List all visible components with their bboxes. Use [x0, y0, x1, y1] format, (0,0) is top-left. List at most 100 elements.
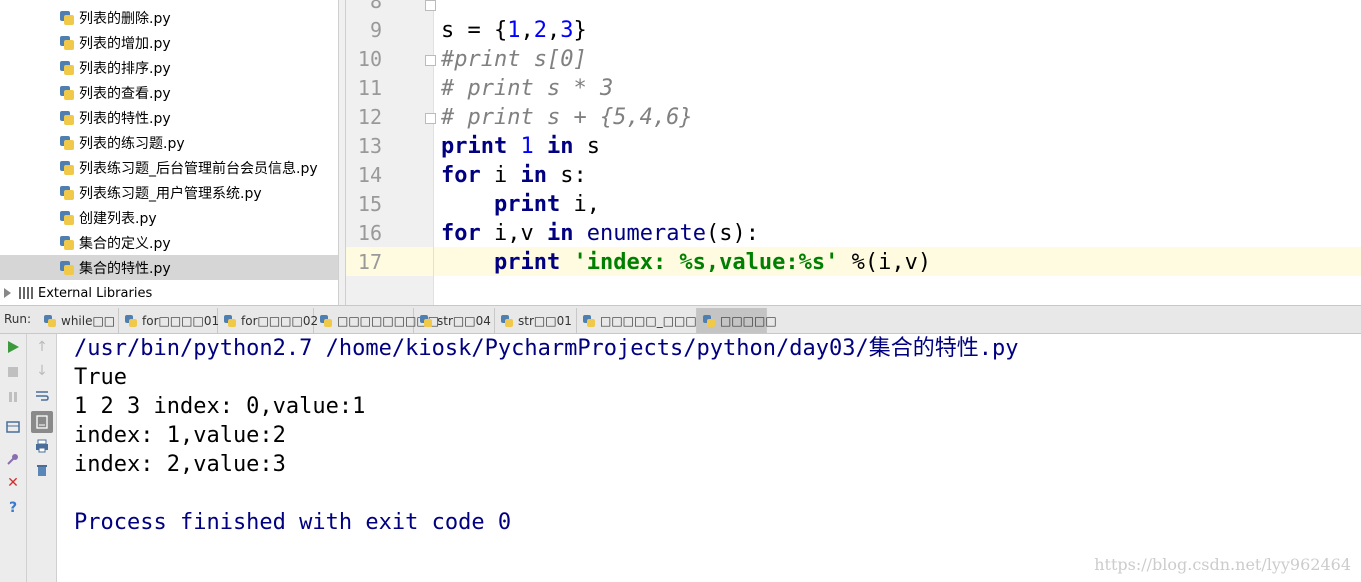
file-label: 集合的特性.py [79, 260, 171, 277]
code-line-12: # print s + {5,4,6} [441, 105, 693, 130]
run-tab[interactable]: □□□□□□□□□ [314, 308, 439, 333]
panel-splitter[interactable] [338, 0, 346, 305]
run-tab-label: □□□□□ [720, 313, 777, 328]
line-number: 8 [369, 0, 382, 13]
process-finished-message: Process finished with exit code 0 [74, 510, 512, 535]
run-tab-label: for□□□□02 [241, 313, 319, 328]
line-number: 13 [357, 134, 382, 158]
help-icon[interactable]: ? [5, 500, 21, 516]
code-line-15: print i, [441, 190, 600, 219]
fold-marker-icon[interactable] [425, 113, 436, 124]
code-line-10: #print s[0] [441, 47, 587, 72]
run-tab[interactable]: for□□□□02 [218, 308, 318, 333]
run-tab[interactable]: while□□ [38, 308, 119, 333]
line-number: 11 [357, 76, 382, 100]
trash-icon[interactable] [34, 462, 50, 478]
code-token: print [493, 250, 561, 275]
tree-file-item[interactable]: 列表的排序.py [60, 55, 171, 80]
code-line-17: print 'index: %s,value:%s' %(i,v) [441, 248, 931, 277]
fold-marker-icon[interactable] [425, 55, 436, 66]
tree-file-item[interactable]: 列表的查看.py [60, 80, 171, 105]
run-label: Run: [4, 312, 32, 326]
restore-layout-icon[interactable] [5, 419, 21, 435]
fold-marker-icon[interactable] [425, 0, 436, 11]
python-file-icon [60, 35, 74, 50]
console-output-line: 1 2 3 index: 0,value:1 [74, 394, 366, 419]
run-tab[interactable]: str□□01 [495, 308, 577, 333]
run-tab-label: str□□01 [518, 313, 572, 328]
python-file-icon [60, 260, 74, 275]
rerun-icon[interactable] [5, 339, 21, 355]
tree-file-item[interactable]: 列表的增加.py [60, 30, 171, 55]
scroll-to-end-icon[interactable] [31, 411, 53, 433]
pin-tab-icon[interactable] [5, 451, 21, 467]
code-token: in [520, 163, 548, 188]
line-number: 17 [357, 250, 382, 274]
run-tab-label: for□□□□01 [142, 313, 220, 328]
python-run-icon [501, 314, 513, 327]
run-tab[interactable]: □□□□□_□□□□□□ [577, 308, 731, 333]
line-number: 14 [357, 163, 382, 187]
code-token: 3 [560, 18, 574, 43]
run-tab[interactable]: for□□□□01 [119, 308, 220, 333]
stop-icon[interactable] [5, 364, 21, 380]
line-number: 15 [357, 192, 382, 216]
tree-file-item[interactable]: 列表的练习题.py [60, 130, 185, 155]
code-line-13: print 1 in s [441, 132, 600, 161]
down-arrow-icon[interactable]: ↓ [34, 363, 50, 379]
code-token: i, [573, 192, 600, 217]
python-run-icon [44, 314, 56, 327]
tree-file-item[interactable]: 列表练习题_用户管理系统.py [60, 180, 262, 205]
code-token: for [441, 163, 481, 188]
line-number: 12 [357, 105, 382, 129]
code-token: enumerate [586, 221, 706, 246]
console-output-line: index: 2,value:3 [74, 452, 286, 477]
code-token: } [573, 18, 587, 43]
python-file-icon [60, 235, 74, 250]
library-icon [19, 287, 33, 299]
python-file-icon [60, 60, 74, 75]
code-token: 'index: %s,value:%s' [573, 250, 839, 275]
console-output-line: index: 1,value:2 [74, 423, 286, 448]
file-label: 列表的增加.py [79, 35, 171, 52]
code-token: 1 [507, 18, 521, 43]
tree-file-item[interactable]: 创建列表.py [60, 205, 157, 230]
pause-icon[interactable] [5, 389, 21, 405]
python-file-icon [60, 85, 74, 100]
python-file-icon [60, 160, 74, 175]
up-arrow-icon[interactable]: ↑ [34, 339, 50, 355]
print-icon[interactable] [34, 438, 50, 454]
python-file-icon [60, 10, 74, 25]
close-icon[interactable]: ✕ [5, 475, 21, 491]
tree-file-item[interactable]: 列表练习题_后台管理前台会员信息.py [60, 155, 318, 180]
run-tab-label: str□□04 [437, 313, 491, 328]
code-token: i,v [494, 221, 534, 246]
file-label: 列表的删除.py [79, 10, 171, 27]
run-tab-active[interactable]: □□□□□ [697, 308, 777, 333]
code-token: for [441, 221, 481, 246]
code-token: s [586, 134, 600, 159]
console-output-line: True [74, 365, 127, 390]
tree-file-item[interactable]: 列表的删除.py [60, 5, 171, 30]
run-tab[interactable]: str□□04 [414, 308, 495, 333]
code-line-16: for i,v in enumerate(s): [441, 219, 759, 248]
code-line-11: # print s * 3 [441, 76, 614, 101]
tree-file-item-selected[interactable]: 集合的特性.py [0, 255, 346, 280]
code-token: in [546, 134, 574, 159]
python-run-icon [583, 314, 595, 327]
expand-arrow-icon[interactable] [4, 288, 11, 298]
python-file-icon [60, 185, 74, 200]
file-label: 列表的排序.py [79, 60, 171, 77]
python-run-icon [703, 314, 715, 327]
tree-file-item[interactable]: 列表的特性.py [60, 105, 171, 130]
tree-file-item[interactable]: 集合的定义.py [60, 230, 171, 255]
run-toolbar-secondary: ↑ ↓ [27, 334, 57, 582]
external-libraries-node[interactable]: External Libraries [0, 281, 152, 305]
code-token: , [520, 18, 534, 43]
project-tree: 列表的删除.py 列表的增加.py 列表的排序.py 列表的查看.py 列表的特… [0, 0, 346, 305]
code-line-14: for i in s: [441, 161, 587, 190]
console-command: /usr/bin/python2.7 /home/kiosk/PycharmPr… [74, 336, 1019, 361]
code-token: s = { [441, 18, 508, 43]
soft-wrap-icon[interactable] [34, 388, 50, 404]
file-label: 列表练习题_用户管理系统.py [79, 185, 262, 202]
